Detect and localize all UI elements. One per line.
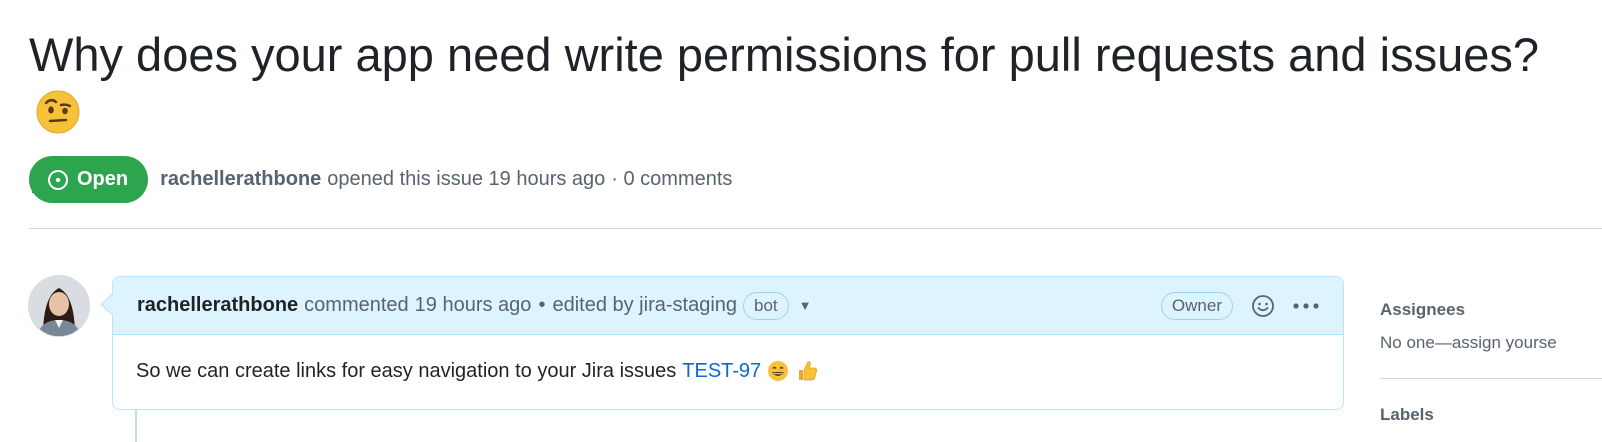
issue-meta: Open rachellerathbone opened this issue … bbox=[29, 156, 732, 203]
timeline-line bbox=[135, 410, 137, 442]
kebab-menu-icon[interactable] bbox=[1293, 302, 1319, 310]
thumbs-up-emoji-icon bbox=[795, 359, 819, 383]
issue-open-icon bbox=[48, 169, 68, 190]
raised-eyebrow-emoji-icon bbox=[35, 89, 81, 148]
issue-comments-count: · 0 comments bbox=[611, 168, 733, 190]
jira-issue-link[interactable]: TEST-97 bbox=[682, 360, 761, 383]
comment-separator: • bbox=[538, 294, 546, 316]
comment-header: rachellerathbone commented 19 hours ago … bbox=[113, 277, 1343, 335]
edit-history-caret-icon[interactable]: ▼ bbox=[799, 298, 812, 313]
comment-author-link[interactable]: rachellerathbone bbox=[137, 294, 298, 317]
comment-time-link[interactable]: 19 hours ago bbox=[415, 294, 532, 317]
sidebar-divider bbox=[1380, 378, 1602, 379]
issue-opened-text: opened this issue 19 hours ago bbox=[327, 168, 606, 190]
grinning-face-emoji-icon bbox=[767, 360, 789, 382]
comment-header-actions: Owner bbox=[1160, 291, 1319, 320]
issue-title-text: Why does your app need write permissions… bbox=[29, 28, 1539, 81]
issue-state-badge: Open bbox=[29, 156, 149, 203]
comment-action: commented bbox=[304, 294, 409, 316]
owner-badge: Owner bbox=[1160, 291, 1233, 320]
labels-heading[interactable]: Labels bbox=[1380, 405, 1602, 425]
header-divider bbox=[29, 228, 1602, 229]
issue-sidebar: Assignees No one—assign yourse Labels bbox=[1380, 300, 1602, 425]
comment-body-text: So we can create links for easy navigati… bbox=[136, 359, 677, 382]
comment-card: rachellerathbone commented 19 hours ago … bbox=[112, 276, 1344, 410]
assignees-value[interactable]: No one—assign yourse bbox=[1380, 333, 1602, 353]
assignees-heading[interactable]: Assignees bbox=[1380, 300, 1602, 320]
issue-author-link[interactable]: rachellerathbone bbox=[160, 168, 321, 191]
comment-edited-link[interactable]: edited by jira-staging bbox=[552, 294, 737, 317]
comment-body: So we can create links for easy navigati… bbox=[113, 335, 1343, 383]
bot-badge: bot bbox=[743, 291, 789, 320]
add-reaction-smiley-icon[interactable] bbox=[1251, 294, 1275, 318]
avatar[interactable] bbox=[29, 276, 89, 336]
issue-state-label: Open bbox=[77, 168, 129, 190]
